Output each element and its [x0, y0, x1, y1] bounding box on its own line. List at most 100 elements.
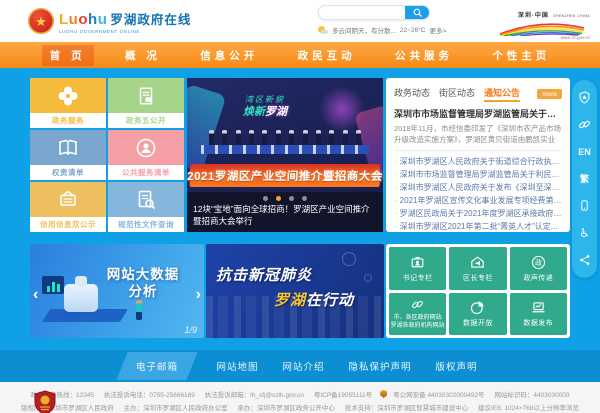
nav-item-home[interactable]: 首 页	[42, 45, 94, 66]
accessibility-button[interactable]: ♿	[576, 224, 593, 241]
carousel-slide[interactable]: 湾区新貌 焕新罗湖 2021罗湖区产业空间推介暨招商大会	[187, 78, 383, 192]
hero-carousel[interactable]: 湾区新貌 焕新罗湖 2021罗湖区产业空间推介暨招商大会	[187, 78, 383, 232]
nav-item-overview[interactable]: 概 况	[117, 45, 169, 66]
covid-banner-text: 抗击新冠肺炎 罗湖在行动	[206, 264, 384, 310]
news-list-item[interactable]: ·罗湖区民政局关于2021年度罗湖区承接政府职...	[394, 207, 562, 220]
news-list-item[interactable]: ·深圳市市场监督管理局罗湖监管局关于利民利群市...	[394, 168, 562, 181]
link-email[interactable]: 电子邮箱	[136, 359, 178, 373]
service-data-release[interactable]: 数据发布	[510, 293, 567, 336]
link-privacy[interactable]: 隐私保护声明	[349, 359, 412, 373]
site-logo[interactable]: ★ L u o h u 罗湖政府在线 LUOHU GOVERNMENT ONLI…	[28, 8, 191, 34]
site-title: 罗湖政府在线	[110, 9, 191, 28]
service-label: 市、各区政府网站罗湖各政府机构网站	[391, 314, 445, 330]
top-row: 政务服务 政务五公开 权责清单	[30, 78, 570, 232]
tile-duty-list[interactable]: 权责清单	[30, 130, 106, 180]
link-copyright[interactable]: 版权声明	[436, 359, 478, 373]
covid-line1: 抗击新冠肺炎	[216, 264, 384, 285]
carousel-dot[interactable]	[289, 196, 294, 201]
footer-icp-link[interactable]: 粤ICP备19055111号	[314, 392, 372, 399]
footer-line1: 政务服务热线：12345 执法投诉电话：0755-25666169 执法投诉邮箱…	[0, 389, 600, 402]
footer-site-code: 网站标识码：4403030003	[494, 392, 569, 399]
stage-people	[209, 130, 361, 145]
search-icon	[412, 7, 423, 18]
service-gov-voice[interactable]: 政 政声传递	[510, 247, 567, 290]
weather-more-link[interactable]: 更多>	[429, 25, 446, 35]
footer-support: 技术支持：深圳市罗湖区智慧城市建设中心	[345, 405, 469, 412]
megaphone-icon	[469, 254, 486, 271]
bigdata-title: 网站大数据 分析	[92, 266, 194, 300]
sz-subtitle: SHENZHEN CHINA	[553, 14, 590, 18]
news-list-item[interactable]: ·深圳市罗湖区人民政府关于发布《深圳至深汕合作...	[394, 181, 562, 194]
bullet-icon: ·	[394, 181, 397, 194]
tile-document-search[interactable]: 规范性文件查询	[108, 182, 184, 232]
logo-text: L u o h u 罗湖政府在线 LUOHU GOVERNMENT ONLINE	[59, 9, 191, 34]
covid-banner[interactable]: 抗击新冠肺炎 罗湖在行动	[206, 244, 384, 338]
news-list-item[interactable]: ·深圳市罗湖区2021年第二批“菁英人才”认定...	[394, 220, 562, 232]
tab-government-news[interactable]: 政务动态	[394, 86, 430, 102]
quick-tiles: 政务服务 政务五公开 权责清单	[30, 78, 184, 232]
tile-public-service-list[interactable]: 公共服务清单	[108, 130, 184, 180]
footer-phone: 执法投诉电话：0755-25666169	[104, 392, 195, 399]
open-book-icon	[56, 136, 80, 160]
traditional-chinese-button[interactable]: 繁	[576, 170, 593, 187]
divider	[394, 150, 562, 151]
brand-letter: u	[98, 11, 108, 28]
tab-district-news[interactable]: 街区动态	[439, 86, 475, 102]
search-button[interactable]	[405, 6, 429, 19]
service-mayor-column[interactable]: 区长专栏	[449, 247, 506, 290]
news-list-item[interactable]: ·2021年罗湖区宣传文化事业发展专项经费第三...	[394, 194, 562, 207]
link-sitemap[interactable]: 网站地图	[216, 359, 258, 373]
nav-item-info-disclosure[interactable]: 信息公开	[192, 45, 266, 66]
footer-security-link[interactable]: 粤公网安备 44030302000492号	[393, 392, 484, 399]
mobile-version-button[interactable]	[576, 197, 593, 214]
nav-item-interaction[interactable]: 政民互动	[290, 45, 364, 66]
bigdata-banner[interactable]: 网站大数据 分析 ‹ › 1/9	[30, 244, 204, 338]
national-emblem-icon: ★	[28, 8, 54, 34]
badge-icon	[409, 254, 426, 271]
footer: 政务服务热线：12345 执法投诉电话：0755-25666169 执法投诉邮箱…	[0, 382, 600, 413]
news-panel: 政务动态 街区动态 通知公告 more 深圳市市场监督管理局罗湖监管局关于新..…	[386, 78, 570, 232]
carousel-dot[interactable]	[302, 196, 307, 201]
slide-tagline-2b: 罗湖	[265, 106, 287, 118]
service-open-data[interactable]: 数据开放	[449, 293, 506, 336]
site-header: ★ L u o h u 罗湖政府在线 LUOHU GOVERNMENT ONLI…	[0, 0, 600, 42]
tile-government-services[interactable]: 政务服务	[30, 78, 106, 128]
share-button[interactable]	[576, 251, 593, 268]
related-links-button[interactable]	[576, 116, 593, 133]
nav-item-personal-page[interactable]: 个性主页	[484, 45, 558, 66]
news-list-item[interactable]: ·深圳市罗湖区人民政府关于街道综合行政执法的公...	[394, 155, 562, 168]
notice-board-icon	[56, 188, 80, 212]
zheng-circle-icon: 政	[530, 254, 547, 271]
side-toolbar: EN 繁 ♿	[572, 80, 597, 278]
header-middle: 多云间阴天，有分散... 22~26°C 更多>	[318, 5, 460, 35]
link-site-intro[interactable]: 网站介绍	[282, 359, 324, 373]
banner-page-counter: 1/9	[184, 325, 197, 335]
search-input[interactable]	[319, 6, 405, 19]
carousel-dot[interactable]	[263, 196, 268, 201]
link-email-highlight: 电子邮箱	[117, 352, 198, 380]
carousel-next-button[interactable]: ›	[196, 288, 201, 302]
laptop-chart-icon	[530, 299, 547, 316]
shenzhen-logo[interactable]: 深圳·中国 SHENZHEN CHINA www.sz.gov.cn	[498, 4, 590, 40]
tile-five-disclosures[interactable]: 政务五公开	[108, 78, 184, 128]
slide-decoration	[187, 84, 226, 172]
gov-emblem-button[interactable]	[576, 89, 593, 106]
temperature: 22~26°C	[400, 27, 426, 34]
lang-en-button[interactable]: EN	[576, 143, 593, 160]
footer-email: 执法投诉邮箱：lh_sfj@szlh.gov.cn	[205, 392, 304, 399]
nav-item-public-services[interactable]: 公共服务	[387, 45, 461, 66]
carousel-caption[interactable]: 12块“宝地”面向全球招商！罗湖区产业空间推介暨招商大会举行	[187, 201, 383, 227]
service-gov-websites[interactable]: 市、各区政府网站罗湖各政府机构网站	[389, 293, 446, 336]
tile-label: 政务五公开	[108, 113, 184, 128]
carousel-dot-active[interactable]	[276, 196, 281, 201]
news-headline[interactable]: 深圳市市场监督管理局罗湖监管局关于新...	[394, 107, 562, 120]
bullet-icon: ·	[394, 155, 397, 168]
brand-letter: L	[59, 11, 69, 28]
news-more-button[interactable]: more	[537, 89, 562, 99]
tab-notices[interactable]: 通知公告	[484, 86, 520, 102]
service-secretary-column[interactable]: 书记专栏	[389, 247, 446, 290]
tile-credit-info[interactable]: 信用信息双公示	[30, 182, 106, 232]
link-icon	[577, 117, 592, 132]
carousel-prev-button[interactable]: ‹	[33, 288, 38, 302]
sz-title: 深圳·中国	[518, 13, 549, 19]
